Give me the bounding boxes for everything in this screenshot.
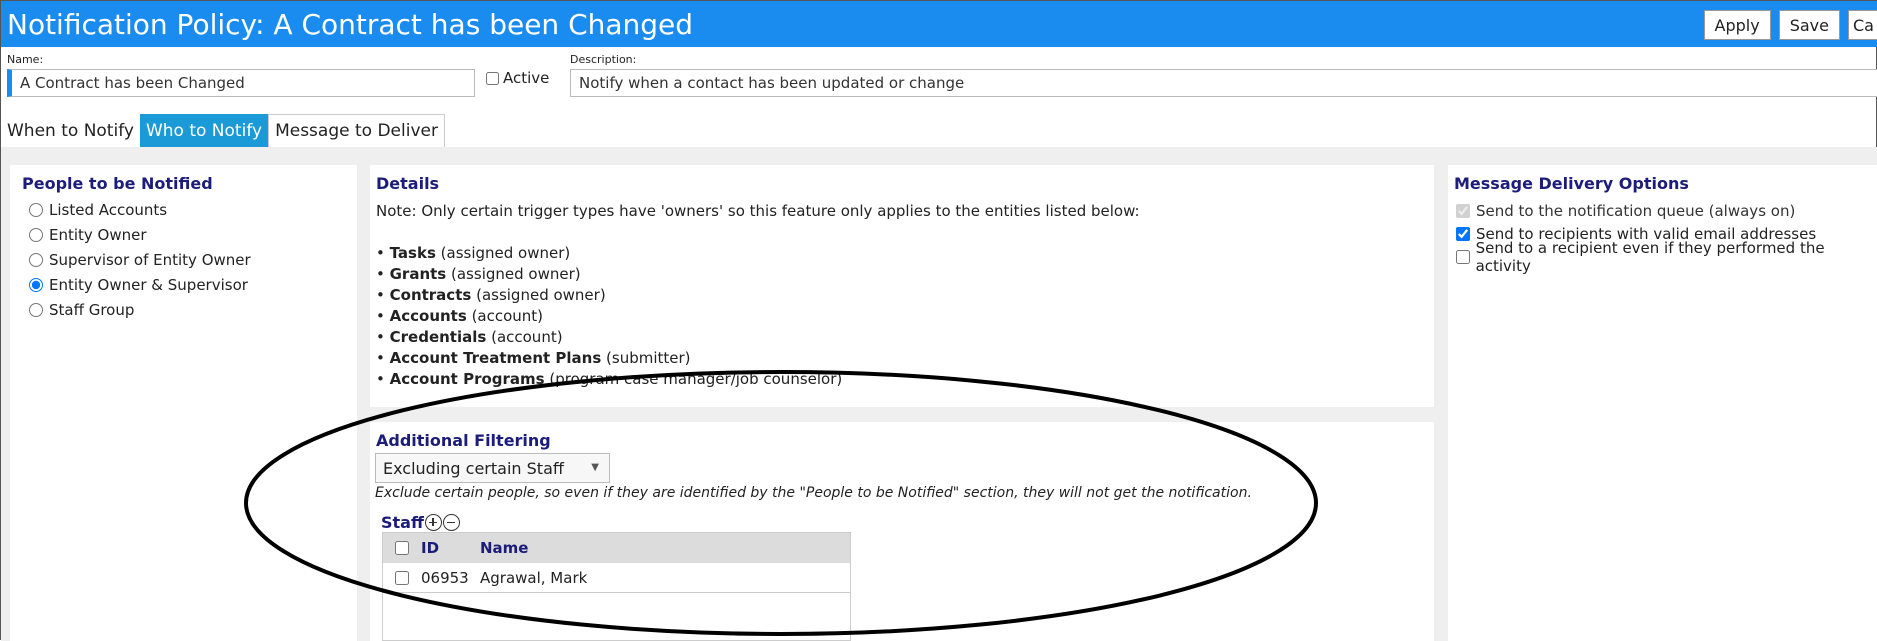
entity-item: • Tasks (assigned owner) (376, 244, 571, 262)
option-label: Send to a recipient even if they perform… (1475, 238, 1825, 275)
entity-item: • Credentials (account) (376, 328, 563, 346)
entity-item: • Accounts (account) (376, 307, 544, 325)
radio-input[interactable] (29, 252, 43, 267)
radio-entity-owner-and-supervisor[interactable]: Entity Owner & Supervisor (22, 272, 345, 297)
option-checkbox (1456, 203, 1470, 218)
entity-item: • Grants (assigned owner) (376, 265, 581, 283)
row-id: 06953 (421, 568, 469, 587)
staff-section: Staff (381, 513, 460, 532)
tab-message-to-deliver[interactable]: Message to Deliver (268, 114, 445, 147)
title-bar: Notification Policy: A Contract has been… (1, 1, 1877, 47)
column-name[interactable]: Name (480, 539, 850, 557)
description-label: Description: (570, 53, 637, 66)
staff-grid: ID Name 06953 Agrawal, Mark (382, 532, 851, 641)
delivery-title: Message Delivery Options (1454, 174, 1689, 193)
people-panel: People to be Notified Listed Accounts En… (10, 165, 357, 641)
details-note: Note: Only certain trigger types have 'o… (376, 202, 1140, 220)
name-label: Name: (7, 53, 44, 66)
plus-circle-icon[interactable] (424, 514, 442, 531)
radio-input[interactable] (29, 202, 43, 217)
radio-label: Entity Owner & Supervisor (49, 275, 248, 294)
entity-list: • Tasks (assigned owner) • Grants (assig… (376, 243, 1428, 390)
chevron-down-icon: ▼ (591, 462, 599, 473)
active-checkbox[interactable] (486, 71, 499, 85)
cancel-button[interactable]: Ca (1848, 10, 1877, 40)
option-label: Send to the notification queue (always o… (1476, 201, 1796, 220)
column-id[interactable]: ID (421, 539, 480, 557)
delivery-panel: Message Delivery Options Send to the not… (1448, 165, 1877, 641)
radio-entity-owner[interactable]: Entity Owner (22, 222, 345, 247)
details-title: Details (376, 174, 440, 193)
filter-note: Exclude certain people, so even if they … (375, 485, 1252, 501)
active-checkbox-wrap[interactable]: Active (486, 69, 549, 87)
option-checkbox[interactable] (1456, 226, 1470, 241)
description-field[interactable]: Notify when a contact has been updated o… (570, 69, 1877, 97)
toolbar: Apply Save Ca (1703, 10, 1877, 40)
apply-button[interactable]: Apply (1703, 10, 1771, 40)
grid-header: ID Name (383, 533, 850, 563)
radio-supervisor-of-entity-owner[interactable]: Supervisor of Entity Owner (22, 247, 345, 272)
entity-item: • Account Treatment Plans (submitter) (376, 349, 691, 367)
save-button[interactable]: Save (1778, 10, 1840, 40)
tab-bar: When to Notify Who to Notify Message to … (1, 114, 445, 147)
filter-type-select[interactable]: Excluding certain Staff ▼ (375, 453, 610, 483)
radio-input[interactable] (29, 302, 43, 317)
select-all-checkbox[interactable] (395, 541, 409, 555)
active-label: Active (503, 69, 550, 87)
radio-input[interactable] (29, 227, 43, 242)
minus-circle-icon[interactable] (442, 514, 460, 531)
filtering-title: Additional Filtering (376, 431, 551, 450)
tab-when-to-notify[interactable]: When to Notify (1, 114, 140, 147)
people-title: People to be Notified (22, 174, 213, 193)
row-name: Agrawal, Mark (480, 568, 588, 587)
option-performed-activity[interactable]: Send to a recipient even if they perform… (1454, 239, 1872, 275)
radio-label: Staff Group (49, 300, 135, 319)
option-checkbox[interactable] (1456, 249, 1470, 264)
radio-label: Entity Owner (49, 225, 147, 244)
details-panel: Details Note: Only certain trigger types… (370, 165, 1434, 407)
option-notification-queue: Send to the notification queue (always o… (1454, 199, 1872, 222)
radio-listed-accounts[interactable]: Listed Accounts (22, 197, 345, 222)
entity-item: • Account Programs (program case manager… (376, 370, 843, 388)
entity-item: • Contracts (assigned owner) (376, 286, 606, 304)
page-title: Notification Policy: A Contract has been… (7, 7, 694, 41)
tab-who-to-notify[interactable]: Who to Notify (139, 114, 269, 147)
name-field[interactable]: A Contract has been Changed (7, 69, 475, 97)
radio-label: Supervisor of Entity Owner (49, 250, 251, 269)
row-checkbox[interactable] (395, 570, 409, 585)
radio-staff-group[interactable]: Staff Group (22, 297, 345, 322)
filter-type-value: Excluding certain Staff (383, 458, 564, 478)
table-row[interactable]: 06953 Agrawal, Mark (383, 563, 850, 593)
staff-label: Staff (381, 513, 424, 532)
radio-label: Listed Accounts (49, 200, 168, 219)
radio-input[interactable] (29, 277, 43, 292)
